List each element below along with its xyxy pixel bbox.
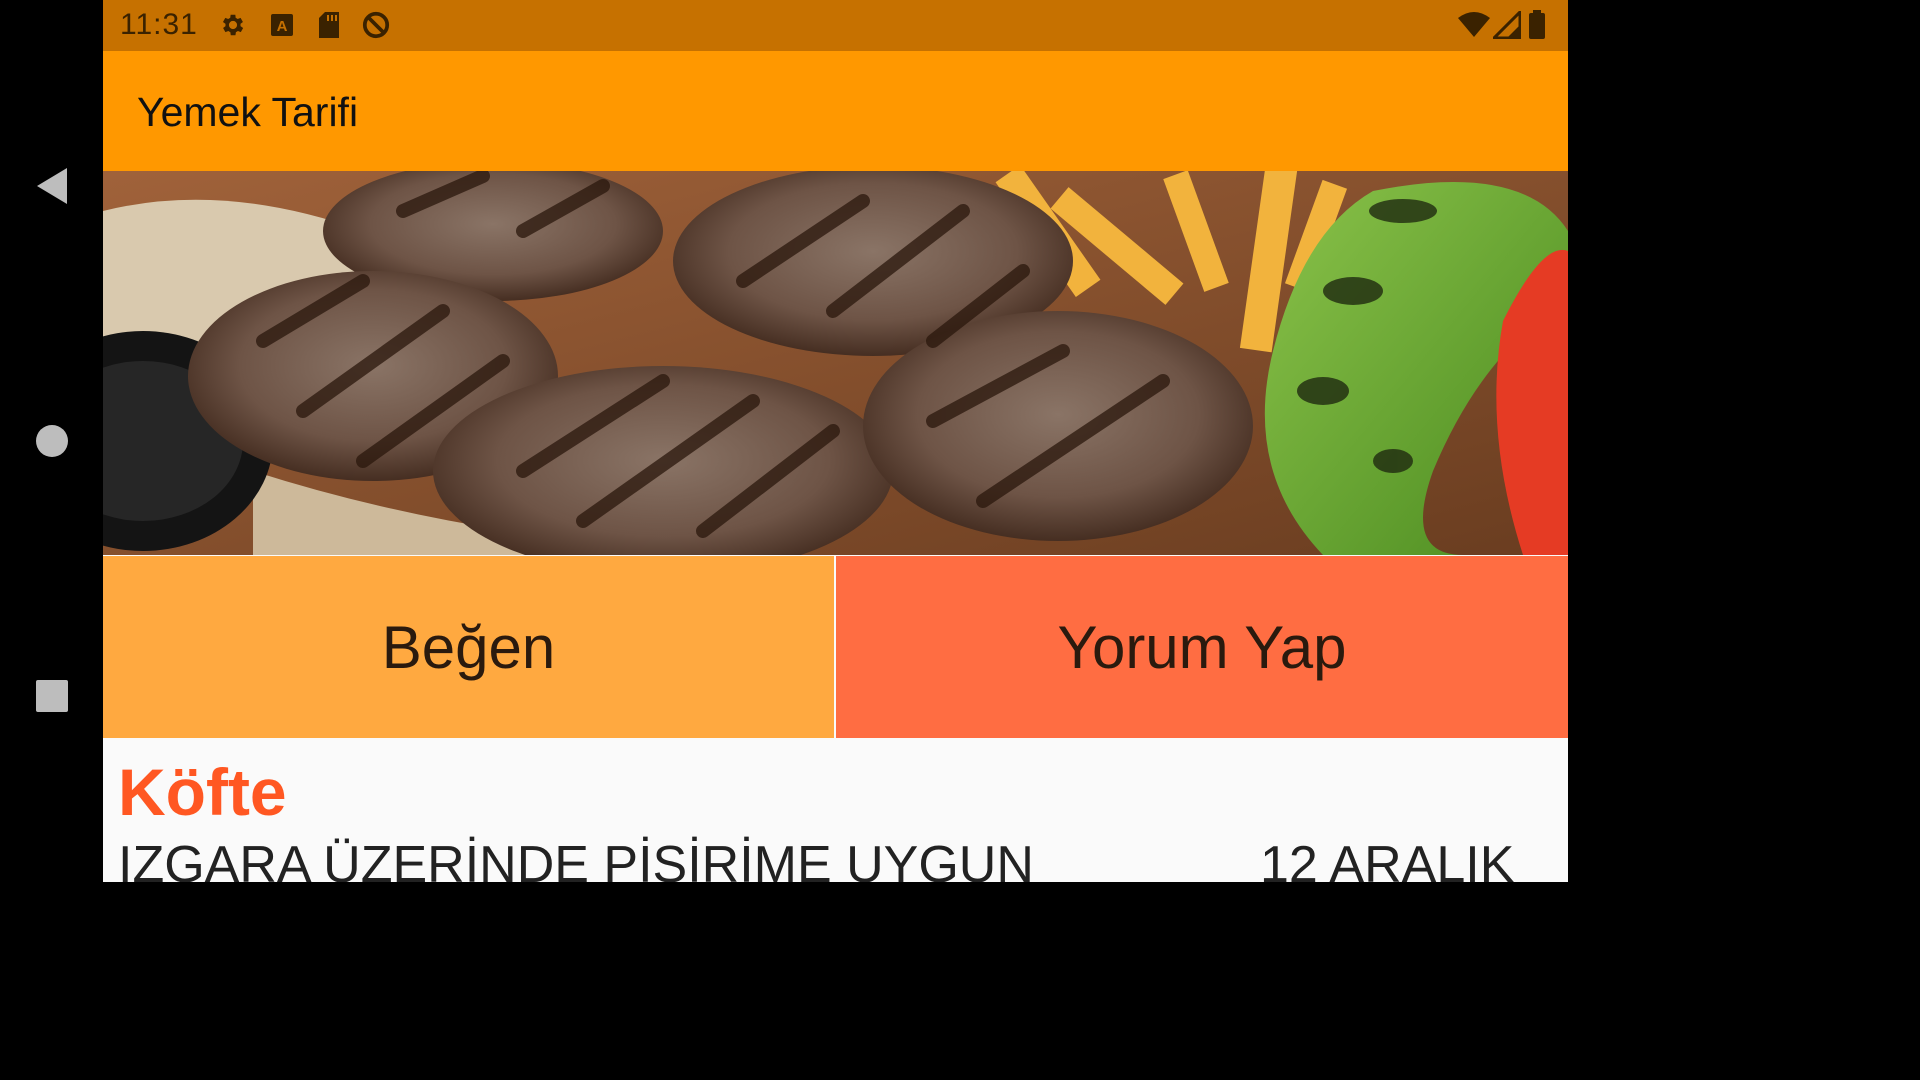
- back-triangle-icon: [36, 168, 67, 204]
- recents-button[interactable]: [0, 670, 103, 722]
- recipe-image: [103, 171, 1568, 555]
- signal-icon: [1493, 11, 1521, 39]
- back-button[interactable]: [0, 160, 103, 212]
- wifi-icon: [1457, 11, 1491, 39]
- home-circle-icon: [35, 425, 68, 457]
- no-sync-icon: [362, 11, 390, 39]
- status-bar: 11:31 A: [103, 0, 1568, 51]
- recipe-details: Köfte IZGARA ÜZERİNDE PİŞİRİME UYGUN 12 …: [103, 739, 1568, 882]
- recipe-description: IZGARA ÜZERİNDE PİŞİRİME UYGUN: [118, 836, 1034, 882]
- sd-card-icon: [315, 11, 343, 39]
- recipe-date: 12 ARALIK: [1260, 836, 1515, 882]
- gear-icon: [219, 11, 247, 39]
- comment-button[interactable]: Yorum Yap: [836, 556, 1568, 738]
- recents-square-icon: [35, 680, 68, 712]
- recipe-name: Köfte: [118, 755, 287, 829]
- battery-icon: [1527, 10, 1547, 39]
- app-toolbar: Yemek Tarifi: [103, 51, 1568, 171]
- toolbar-title: Yemek Tarifi: [137, 89, 359, 135]
- meatball-photo-illustration: [103, 171, 1568, 555]
- like-button[interactable]: Beğen: [103, 556, 834, 738]
- status-time: 11:31: [120, 8, 198, 41]
- svg-text:A: A: [277, 18, 288, 35]
- app-screen: 11:31 A Yemek Tarifi Beğen Yorum Yap Köf…: [103, 0, 1568, 882]
- navigation-bar: [0, 0, 103, 882]
- home-button[interactable]: [0, 415, 103, 467]
- a-box-icon: A: [268, 11, 296, 39]
